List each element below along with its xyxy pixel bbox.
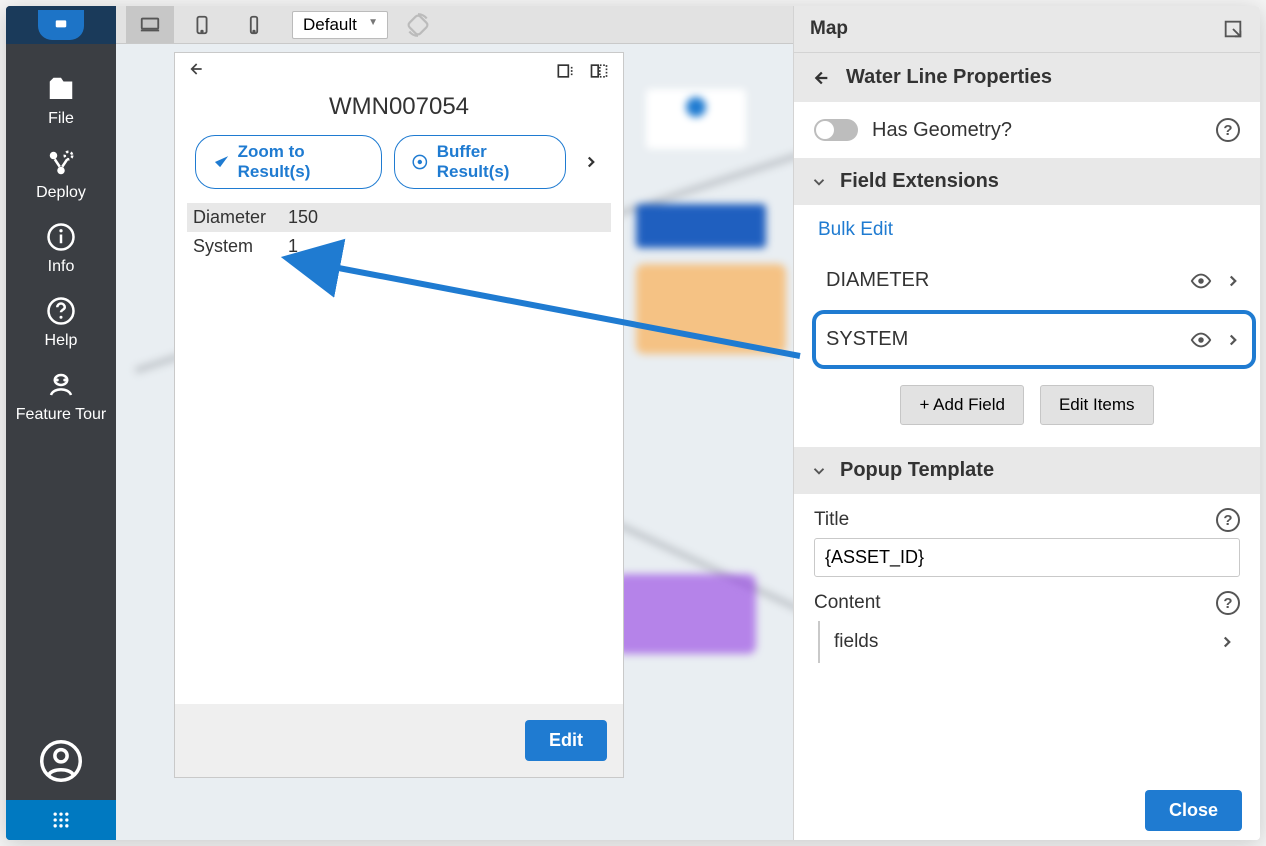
- chevron-right-icon: [1224, 272, 1242, 290]
- add-field-button[interactable]: + Add Field: [900, 385, 1024, 425]
- sidebar-label: Help: [45, 332, 78, 350]
- button-label: Zoom to Result(s): [238, 142, 365, 182]
- eye-icon: [1190, 270, 1212, 292]
- table-row: System 1: [187, 232, 611, 261]
- chevron-right-icon: [1224, 331, 1242, 349]
- more-actions-button[interactable]: [578, 148, 603, 176]
- sidebar-item-help[interactable]: Help: [45, 296, 78, 350]
- button-label: Buffer Result(s): [437, 142, 549, 182]
- help-icon[interactable]: ?: [1216, 118, 1240, 142]
- has-geometry-label: Has Geometry?: [872, 119, 1202, 142]
- eye-icon: [1190, 329, 1212, 351]
- popup-template-header[interactable]: Popup Template: [794, 447, 1260, 494]
- field-extension-item-diameter[interactable]: DIAMETER: [818, 255, 1250, 306]
- close-button[interactable]: Close: [1145, 790, 1242, 831]
- dock-left-icon[interactable]: [551, 57, 579, 85]
- config-panel: Map Water Line Properties Has Geometry? …: [793, 6, 1260, 840]
- popup-title-input[interactable]: [814, 538, 1240, 577]
- bulk-edit-link[interactable]: Bulk Edit: [794, 205, 1260, 255]
- sidebar-label: Feature Tour: [16, 406, 106, 424]
- help-icon[interactable]: ?: [1216, 591, 1240, 615]
- field-extension-item-system[interactable]: SYSTEM: [812, 310, 1256, 369]
- popup-title: WMN007054: [175, 89, 623, 135]
- chevron-right-icon: [1218, 633, 1236, 651]
- buffer-result-button[interactable]: Buffer Result(s): [394, 135, 566, 189]
- sidebar: File Deploy Info Help Feature Tour: [6, 6, 116, 840]
- content-label: Content: [814, 592, 1216, 614]
- account-button[interactable]: [6, 722, 116, 800]
- apps-grid-button[interactable]: [6, 800, 116, 840]
- sidebar-label: Info: [48, 258, 75, 276]
- sidebar-item-feature-tour[interactable]: Feature Tour: [16, 370, 106, 424]
- table-row: Diameter 150: [187, 203, 611, 232]
- brand-logo: [6, 6, 116, 44]
- config-header: Map: [794, 6, 1260, 52]
- sidebar-label: Deploy: [36, 184, 86, 202]
- theme-select[interactable]: Default: [282, 11, 388, 39]
- edit-items-button[interactable]: Edit Items: [1040, 385, 1154, 425]
- sidebar-item-info[interactable]: Info: [46, 222, 76, 276]
- field-extensions-header[interactable]: Field Extensions: [794, 158, 1260, 205]
- device-desktop-button[interactable]: [126, 6, 174, 43]
- config-back-button[interactable]: [804, 62, 836, 94]
- sidebar-item-file[interactable]: File: [46, 74, 76, 128]
- edit-button[interactable]: Edit: [525, 720, 607, 761]
- popout-icon[interactable]: [1222, 18, 1244, 40]
- help-icon[interactable]: ?: [1216, 508, 1240, 532]
- attribute-table: Diameter 150 System 1: [175, 203, 623, 261]
- config-subheader: Water Line Properties: [794, 52, 1260, 102]
- device-tablet-button[interactable]: [178, 6, 226, 43]
- dock-split-icon[interactable]: [585, 57, 613, 85]
- zoom-to-result-button[interactable]: Zoom to Result(s): [195, 135, 382, 189]
- sidebar-item-deploy[interactable]: Deploy: [36, 148, 86, 202]
- has-geometry-toggle[interactable]: [814, 119, 858, 141]
- sidebar-label: File: [48, 110, 74, 128]
- title-label: Title: [814, 509, 1216, 531]
- rotate-device-button[interactable]: [402, 9, 434, 41]
- device-toolbar: Default: [116, 6, 793, 44]
- result-popup: WMN007054 Zoom to Result(s) Buffer Resul…: [174, 52, 624, 778]
- device-phone-button[interactable]: [230, 6, 278, 43]
- popup-back-button[interactable]: [185, 59, 205, 84]
- content-fields-row[interactable]: fields: [818, 621, 1240, 663]
